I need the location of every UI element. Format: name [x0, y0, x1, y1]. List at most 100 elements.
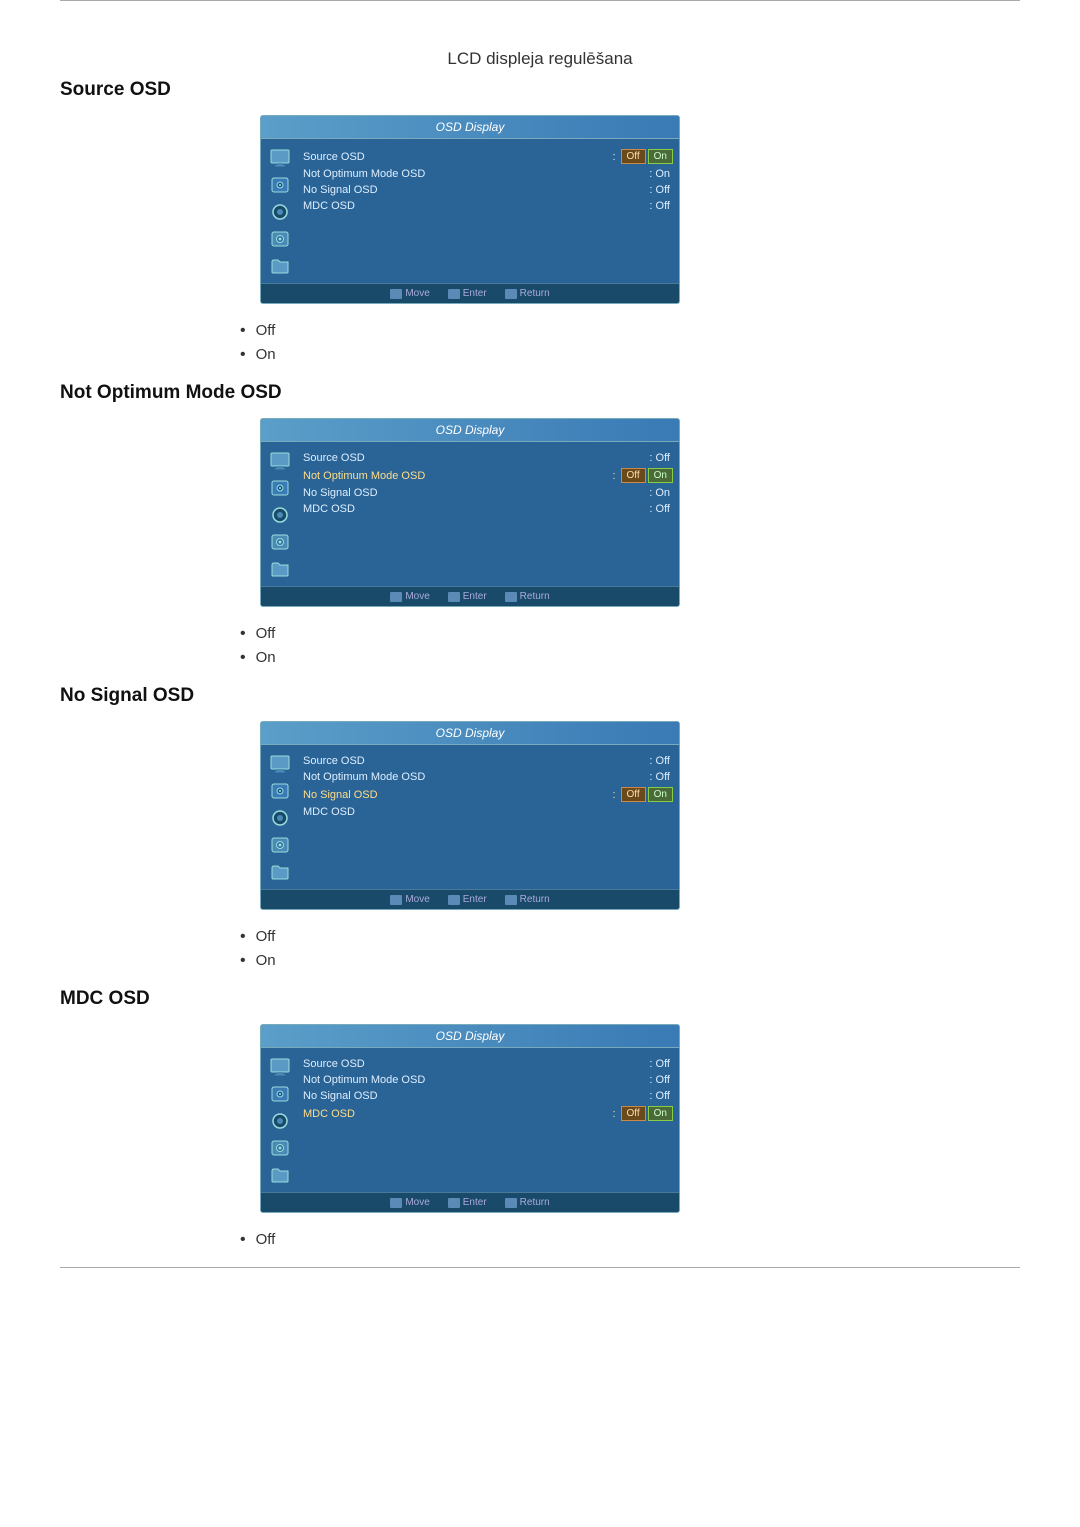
- osd-menu-row-0: Source OSD: Off: [303, 1056, 673, 1072]
- osd-icon-2: [267, 504, 293, 526]
- footer-move: Move: [390, 591, 429, 602]
- osd-menu-row-2: No Signal OSD: Off: [303, 1088, 673, 1104]
- osd-menu-row-2: No Signal OSD:OffOn: [303, 785, 673, 804]
- footer-enter: Enter: [448, 1197, 487, 1208]
- sections-container: Source OSDOSD Display Source OSD:OffOnNo…: [60, 79, 1020, 1249]
- page-title: LCD displeja regulēšana: [60, 31, 1020, 79]
- colon: : Off: [649, 1058, 670, 1070]
- bullet-list-source-osd: OffOn: [240, 322, 1020, 364]
- osd-menu-value-0: : Off: [646, 755, 673, 767]
- osd-icon-0: [267, 450, 293, 472]
- osd-icon-2: [267, 201, 293, 223]
- osd-title-bar-source-osd: OSD Display: [261, 116, 679, 139]
- footer-return-icon: [505, 895, 517, 905]
- osd-footer-not-optimum-osd: MoveEnterReturn: [261, 586, 679, 606]
- footer-enter-label: Enter: [463, 288, 487, 299]
- osd-title-bar-mdc-osd: OSD Display: [261, 1025, 679, 1048]
- osd-menu-value-3: : Off: [646, 200, 673, 212]
- osd-menu-row-3: MDC OSD: Off: [303, 501, 673, 517]
- footer-move-label: Move: [405, 1197, 429, 1208]
- val-box-Off: Off: [621, 787, 646, 802]
- osd-menu-value-1: : On: [646, 168, 673, 180]
- page-container: LCD displeja regulēšana Source OSDOSD Di…: [0, 0, 1080, 1268]
- footer-return: Return: [505, 894, 550, 905]
- top-border: [60, 0, 1020, 1]
- colon: :: [612, 470, 615, 482]
- osd-menu-label-1: Not Optimum Mode OSD: [303, 771, 646, 783]
- footer-return-icon: [505, 1198, 517, 1208]
- osd-icon-3: [267, 531, 293, 553]
- osd-menu-row-0: Source OSD: Off: [303, 753, 673, 769]
- footer-enter: Enter: [448, 894, 487, 905]
- section-title-no-signal-osd: No Signal OSD: [60, 685, 1020, 707]
- section-title-not-optimum-osd: Not Optimum Mode OSD: [60, 382, 1020, 404]
- section-no-signal-osd: No Signal OSD OSD Display Source OSD: Off…: [60, 685, 1020, 970]
- section-not-optimum-osd: Not Optimum Mode OSDOSD Display Source O…: [60, 382, 1020, 667]
- footer-enter-icon: [448, 592, 460, 602]
- section-content-not-optimum-osd: OSD Display Source OSD: OffNot Optimum M…: [60, 418, 1020, 607]
- osd-menu-row-3: MDC OSD: [303, 804, 673, 820]
- osd-menu-not-optimum-osd: Source OSD: OffNot Optimum Mode OSD:OffO…: [303, 450, 673, 580]
- colon: : Off: [649, 184, 670, 196]
- osd-display-not-optimum-osd: OSD Display Source OSD: OffNot Optimum M…: [260, 418, 680, 607]
- colon: :: [612, 1108, 615, 1120]
- osd-menu-label-3: MDC OSD: [303, 200, 646, 212]
- osd-menu-row-0: Source OSD:OffOn: [303, 147, 673, 166]
- osd-icon-1: [267, 780, 293, 802]
- osd-menu-value-1: : Off: [646, 771, 673, 783]
- bullet-list-not-optimum-osd: OffOn: [240, 625, 1020, 667]
- section-source-osd: Source OSDOSD Display Source OSD:OffOnNo…: [60, 79, 1020, 364]
- osd-menu-row-1: Not Optimum Mode OSD: On: [303, 166, 673, 182]
- osd-body-mdc-osd: Source OSD: Off Not Optimum Mode OSD: Off…: [261, 1048, 679, 1192]
- footer-return: Return: [505, 288, 550, 299]
- osd-icon-1: [267, 1083, 293, 1105]
- osd-menu-label-2: No Signal OSD: [303, 487, 646, 499]
- osd-display-source-osd: OSD Display Source OSD:OffOnNot Optimum …: [260, 115, 680, 304]
- footer-enter-label: Enter: [463, 1197, 487, 1208]
- footer-move-icon: [390, 289, 402, 299]
- osd-menu-value-2: : On: [646, 487, 673, 499]
- osd-title-bar-no-signal-osd: OSD Display: [261, 722, 679, 745]
- colon: : Off: [649, 755, 670, 767]
- osd-icons-not-optimum-osd: [267, 450, 293, 580]
- osd-menu-mdc-osd: Source OSD: Off Not Optimum Mode OSD: Off…: [303, 1056, 673, 1186]
- footer-move: Move: [390, 894, 429, 905]
- osd-menu-row-2: No Signal OSD: On: [303, 485, 673, 501]
- bullet-item-0: Off: [240, 928, 1020, 946]
- footer-move: Move: [390, 1197, 429, 1208]
- osd-icon-0: [267, 147, 293, 169]
- osd-menu-label-2: No Signal OSD: [303, 184, 646, 196]
- osd-menu-row-1: Not Optimum Mode OSD:OffOn: [303, 466, 673, 485]
- footer-return-label: Return: [520, 591, 550, 602]
- footer-move-icon: [390, 895, 402, 905]
- section-mdc-osd: MDC OSDOSD Display Source OSD: OffNot Op…: [60, 988, 1020, 1249]
- osd-menu-label-1: Not Optimum Mode OSD: [303, 1074, 646, 1086]
- colon: : Off: [649, 452, 670, 464]
- osd-menu-label-0: Source OSD: [303, 755, 646, 767]
- osd-icon-3: [267, 228, 293, 250]
- val-box-Off: Off: [621, 1106, 646, 1121]
- footer-move-label: Move: [405, 288, 429, 299]
- osd-menu-row-1: Not Optimum Mode OSD: Off: [303, 769, 673, 785]
- osd-menu-label-0: Source OSD: [303, 151, 609, 163]
- osd-icon-1: [267, 174, 293, 196]
- osd-icons-source-osd: [267, 147, 293, 277]
- osd-icon-4: [267, 861, 293, 883]
- colon: : Off: [649, 771, 670, 783]
- osd-menu-source-osd: Source OSD:OffOnNot Optimum Mode OSD: On…: [303, 147, 673, 277]
- bullet-item-0: Off: [240, 1231, 1020, 1249]
- bullet-list-no-signal-osd: OffOn: [240, 928, 1020, 970]
- osd-icon-4: [267, 1164, 293, 1186]
- osd-menu-value-3: :OffOn: [609, 1106, 673, 1121]
- osd-menu-row-0: Source OSD: Off: [303, 450, 673, 466]
- osd-menu-value-2: :OffOn: [609, 787, 673, 802]
- osd-icon-2: [267, 807, 293, 829]
- osd-menu-label-1: Not Optimum Mode OSD: [303, 470, 609, 482]
- osd-icon-3: [267, 1137, 293, 1159]
- osd-menu-value-1: :OffOn: [609, 468, 673, 483]
- footer-return-label: Return: [520, 1197, 550, 1208]
- footer-enter-icon: [448, 1198, 460, 1208]
- colon: :: [612, 151, 615, 163]
- bullet-item-1: On: [240, 649, 1020, 667]
- osd-icon-2: [267, 1110, 293, 1132]
